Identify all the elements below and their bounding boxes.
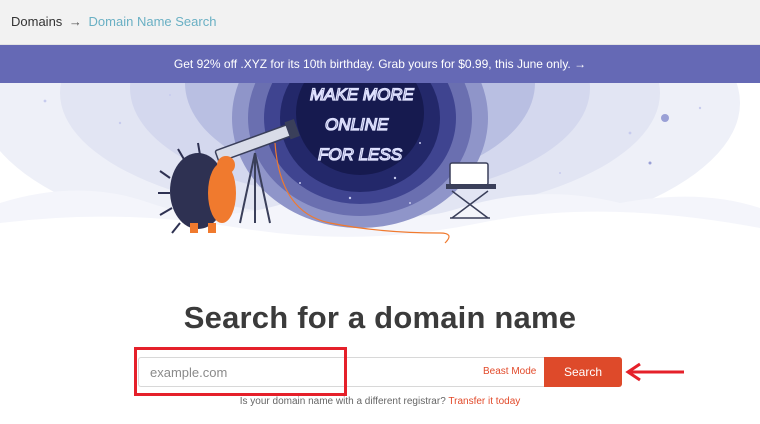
svg-text:MAKE MORE: MAKE MORE (310, 85, 415, 104)
beast-mode-link[interactable]: Beast Mode (483, 366, 536, 377)
promo-banner[interactable]: Get 92% off .XYZ for its 10th birthday. … (0, 45, 760, 83)
breadcrumb-separator: → (68, 14, 82, 29)
registrar-question: Is your domain name with a different reg… (239, 396, 446, 407)
search-button[interactable]: Search (544, 357, 622, 387)
hero-illustration: MAKE MORE ONLINE FOR LESS (0, 83, 760, 253)
breadcrumb-current[interactable]: Domain Name Search (89, 14, 217, 29)
transfer-link[interactable]: Transfer it today (448, 396, 520, 407)
svg-text:ONLINE: ONLINE (325, 115, 389, 134)
svg-text:FOR LESS: FOR LESS (318, 145, 403, 164)
hero-artwork: MAKE MORE ONLINE FOR LESS (0, 83, 760, 253)
top-bar: Domains → Domain Name Search (0, 0, 760, 45)
breadcrumb-root[interactable]: Domains (11, 14, 62, 29)
breadcrumb: Domains → Domain Name Search (11, 14, 216, 29)
red-pointer-arrow-icon (625, 362, 684, 382)
annotation-highlight-box (134, 347, 347, 396)
page-title: Search for a domain name (183, 300, 577, 335)
registrar-note: Is your domain name with a different reg… (0, 396, 760, 407)
